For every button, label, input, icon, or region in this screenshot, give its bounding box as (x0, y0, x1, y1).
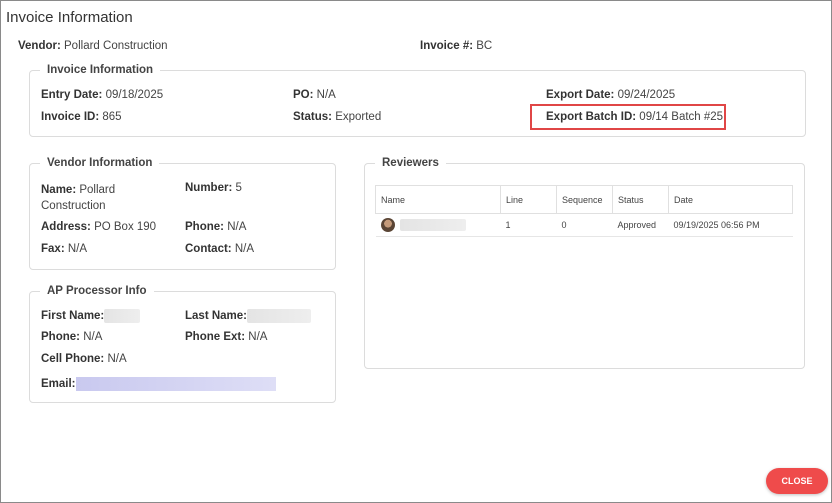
vendor-fax-label: Fax: (41, 243, 65, 255)
vendor-address-value: PO Box 190 (94, 221, 157, 233)
vendor-fax-value: N/A (67, 243, 88, 255)
vendor-address-label: Address: (41, 221, 91, 233)
dialog-title: Invoice Information (6, 9, 133, 26)
vendor-name-label: Name: (41, 184, 77, 196)
vendor-phone-row: Phone: N/A (185, 221, 246, 233)
export-batch-row: Export Batch ID: 09/14 Batch #25 (546, 111, 723, 123)
col-header-line[interactable]: Line (500, 185, 557, 214)
ap-last-name-redacted (247, 309, 311, 323)
entry-date-row: Entry Date: 09/18/2025 (41, 89, 163, 101)
export-date-value: 09/24/2025 (617, 89, 676, 101)
ap-phone-ext-row: Phone Ext: N/A (185, 331, 267, 343)
ap-cell-phone-value: N/A (107, 353, 127, 365)
ap-email-row: Email: (41, 377, 276, 391)
status-row: Status: Exported (293, 111, 381, 123)
po-row: PO: N/A (293, 89, 336, 101)
ap-first-name-label: First Name: (41, 310, 105, 323)
status-label: Status: (293, 111, 332, 123)
entry-date-value: 09/18/2025 (105, 89, 164, 101)
col-header-status[interactable]: Status (612, 185, 669, 214)
status-value: Exported (335, 111, 382, 123)
vendor-address-row: Address: PO Box 190 (41, 221, 156, 233)
ap-cell-phone-row: Cell Phone: N/A (41, 353, 127, 365)
col-header-name[interactable]: Name (375, 185, 501, 214)
vendor-phone-value: N/A (227, 221, 247, 233)
vendor-phone-label: Phone: (185, 221, 224, 233)
ap-phone-value: N/A (83, 331, 103, 343)
invoice-info-legend: Invoice Information (47, 64, 154, 76)
vendor-name-row: Name: Pollard Construction (41, 182, 115, 214)
avatar (380, 218, 395, 232)
reviewer-name-redacted (399, 219, 466, 231)
reviewer-sequence-cell: 0 (556, 213, 613, 237)
col-header-date[interactable]: Date (668, 185, 793, 214)
export-batch-value: 09/14 Batch #25 (639, 111, 724, 123)
vendor-number-value: 5 (235, 182, 242, 194)
ap-last-name-row: Last Name: (185, 309, 311, 323)
close-button[interactable]: CLOSE (766, 468, 828, 494)
vendor-name-value-line1: Pollard (79, 184, 116, 196)
reviewer-date-cell: 09/19/2025 06:56 PM (668, 213, 793, 237)
vendor-row: Vendor: Pollard Construction (18, 40, 168, 52)
po-label: PO: (293, 89, 314, 101)
invoice-number-row: Invoice #: BC (420, 40, 492, 52)
reviewers-header-row: Name Line Sequence Status Date (375, 185, 793, 214)
vendor-contact-row: Contact: N/A (185, 243, 254, 255)
reviewers-section: Reviewers Name Line Sequence Status Date (364, 157, 805, 369)
ap-email-redacted (75, 377, 276, 391)
ap-first-name-redacted (104, 309, 141, 323)
invoice-number-value: BC (476, 40, 493, 52)
ap-email-label: Email: (41, 378, 76, 391)
invoice-id-value: 865 (102, 111, 122, 123)
ap-processor-legend: AP Processor Info (47, 285, 147, 297)
ap-phone-row: Phone: N/A (41, 331, 102, 343)
vendor-name-value-line2: Construction (41, 200, 106, 212)
export-date-label: Export Date: (546, 89, 615, 101)
ap-last-name-label: Last Name: (185, 310, 247, 323)
vendor-number-label: Number: (185, 182, 233, 194)
export-date-row: Export Date: 09/24/2025 (546, 89, 675, 101)
invoice-number-label: Invoice #: (420, 40, 474, 52)
reviewer-line-cell: 1 (500, 213, 557, 237)
vendor-contact-value: N/A (234, 243, 255, 255)
export-batch-label: Export Batch ID: (546, 111, 637, 123)
table-row[interactable]: 1 0 Approved 09/19/2025 06:56 PM (375, 213, 793, 237)
reviewers-inner: Name Line Sequence Status Date 1 0 Appro… (365, 169, 804, 368)
ap-first-name-row: First Name: (41, 309, 141, 323)
vendor-number-row: Number: 5 (185, 182, 242, 194)
col-header-sequence[interactable]: Sequence (556, 185, 613, 214)
ap-phone-ext-label: Phone Ext: (185, 331, 246, 343)
entry-date-label: Entry Date: (41, 89, 103, 101)
invoice-id-label: Invoice ID: (41, 111, 100, 123)
ap-cell-phone-label: Cell Phone: (41, 353, 105, 365)
vendor-fax-row: Fax: N/A (41, 243, 87, 255)
vendor-info-legend: Vendor Information (47, 157, 153, 169)
vendor-label: Vendor: (18, 40, 61, 52)
reviewers-table: Name Line Sequence Status Date 1 0 Appro… (375, 185, 793, 237)
reviewer-name-cell (375, 213, 501, 237)
reviewers-legend: Reviewers (382, 157, 439, 169)
ap-phone-ext-value: N/A (248, 331, 268, 343)
po-value: N/A (316, 89, 336, 101)
invoice-information-dialog: Invoice Information Vendor: Pollard Cons… (0, 0, 832, 503)
ap-phone-label: Phone: (41, 331, 80, 343)
vendor-contact-label: Contact: (185, 243, 232, 255)
vendor-value: Pollard Construction (64, 40, 168, 52)
invoice-id-row: Invoice ID: 865 (41, 111, 122, 123)
reviewer-status-cell: Approved (612, 213, 669, 237)
